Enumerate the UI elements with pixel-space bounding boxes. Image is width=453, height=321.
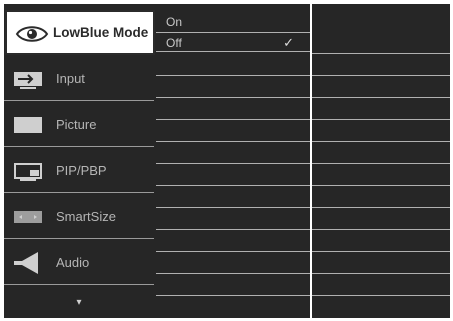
empty-row bbox=[312, 186, 450, 208]
empty-row bbox=[312, 120, 450, 142]
empty-row bbox=[312, 164, 450, 186]
option-off[interactable]: Off ✓ bbox=[156, 32, 310, 52]
menu-item-label: LowBlue Mode bbox=[53, 25, 149, 40]
empty-row bbox=[312, 230, 450, 252]
empty-row bbox=[156, 230, 310, 252]
empty-row bbox=[312, 98, 450, 120]
menu-item-label: SmartSize bbox=[56, 209, 116, 224]
menu-item-label: Input bbox=[56, 71, 85, 86]
empty-row bbox=[156, 164, 310, 186]
menu-item-picture[interactable]: Picture bbox=[4, 103, 154, 147]
empty-row bbox=[312, 274, 450, 296]
empty-row bbox=[312, 32, 450, 54]
detail-panel bbox=[312, 4, 450, 318]
empty-row bbox=[156, 252, 310, 274]
menu-item-label: Audio bbox=[56, 255, 90, 270]
empty-row bbox=[312, 76, 450, 98]
menu-item-audio[interactable]: Audio bbox=[4, 241, 154, 285]
option-label: On bbox=[166, 15, 183, 29]
option-on[interactable]: On bbox=[156, 12, 310, 32]
input-icon bbox=[12, 67, 46, 91]
empty-row bbox=[156, 186, 310, 208]
menu-item-pip-pbp[interactable]: PIP/PBP bbox=[4, 149, 154, 193]
picture-icon bbox=[12, 113, 46, 137]
menu-item-lowblue-mode[interactable]: LowBlue Mode bbox=[5, 10, 155, 55]
empty-row bbox=[312, 54, 450, 76]
empty-row bbox=[156, 120, 310, 142]
empty-row bbox=[312, 208, 450, 230]
empty-row bbox=[312, 252, 450, 274]
empty-row bbox=[156, 274, 310, 296]
pip-pbp-icon bbox=[12, 159, 46, 183]
menu-item-smartsize[interactable]: SmartSize bbox=[4, 195, 154, 239]
empty-row bbox=[156, 76, 310, 98]
empty-row bbox=[156, 208, 310, 230]
monitor-osd: LowBlue Mode Input Picture PIP/PBP Smart… bbox=[0, 0, 453, 321]
menu-item-label: PIP/PBP bbox=[56, 163, 107, 178]
menu-item-label: Picture bbox=[56, 117, 97, 132]
menu-item-input[interactable]: Input bbox=[4, 57, 154, 101]
checkmark-icon: ✓ bbox=[283, 35, 294, 50]
submenu-panel: On Off ✓ bbox=[156, 4, 310, 318]
eye-icon bbox=[15, 22, 49, 46]
main-menu: LowBlue Mode Input Picture PIP/PBP Smart… bbox=[4, 4, 156, 318]
empty-row bbox=[156, 98, 310, 120]
smartsize-icon bbox=[12, 205, 46, 229]
scroll-down-indicator[interactable]: ▾ bbox=[4, 288, 154, 318]
empty-row bbox=[312, 142, 450, 164]
empty-row bbox=[156, 54, 310, 76]
speaker-icon bbox=[12, 251, 46, 275]
empty-row bbox=[156, 142, 310, 164]
option-label: Off bbox=[166, 36, 182, 50]
